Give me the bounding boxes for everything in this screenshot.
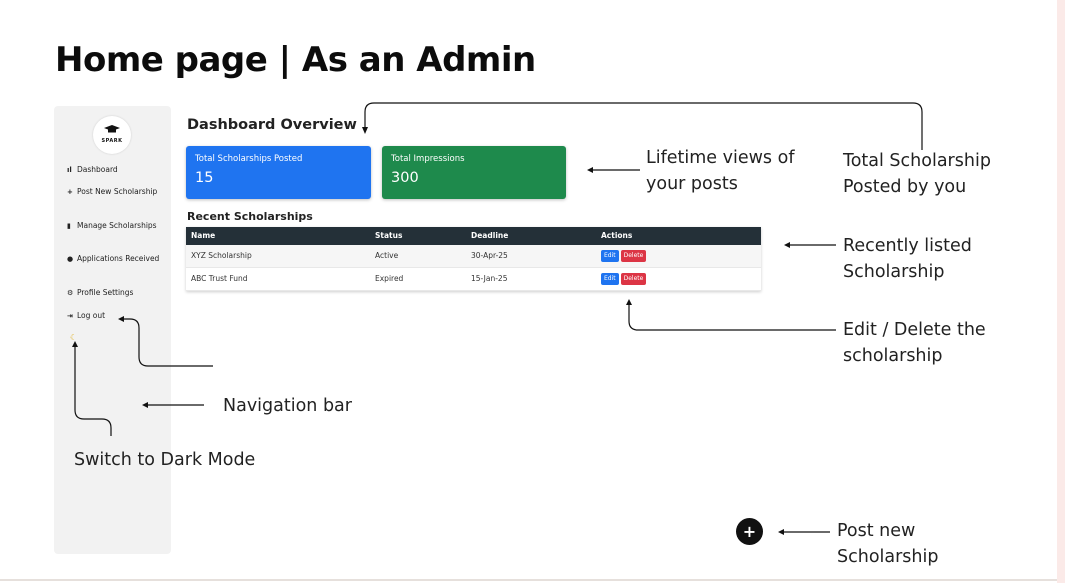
annotation-post-new: Post new Scholarship	[837, 521, 939, 567]
dark-mode-connector	[74, 344, 112, 436]
annotation-recently-listed: Recently listed Scholarship	[843, 236, 972, 282]
annotation-edit-delete: Edit / Delete the scholarship	[843, 320, 986, 366]
arrowhead	[626, 299, 632, 305]
arrowhead	[362, 127, 368, 134]
edit-delete-connector	[628, 302, 836, 331]
annotation-total-scholarship: Total Scholarship Posted by you	[843, 151, 991, 197]
annotation-dark-mode: Switch to Dark Mode	[74, 450, 256, 470]
arrowhead	[778, 529, 784, 535]
annotation-navigation-bar: Navigation bar	[223, 396, 352, 416]
arrowhead	[118, 316, 124, 322]
arrowhead	[142, 402, 148, 408]
annotation-lifetime-views: Lifetime views of your posts	[646, 148, 795, 194]
arrowhead	[587, 167, 593, 173]
total-scholarship-connector	[364, 102, 923, 150]
arrowhead	[784, 242, 790, 248]
log-out-connector	[121, 318, 213, 367]
annotation-arrows	[72, 102, 923, 535]
arrowhead	[72, 341, 78, 347]
